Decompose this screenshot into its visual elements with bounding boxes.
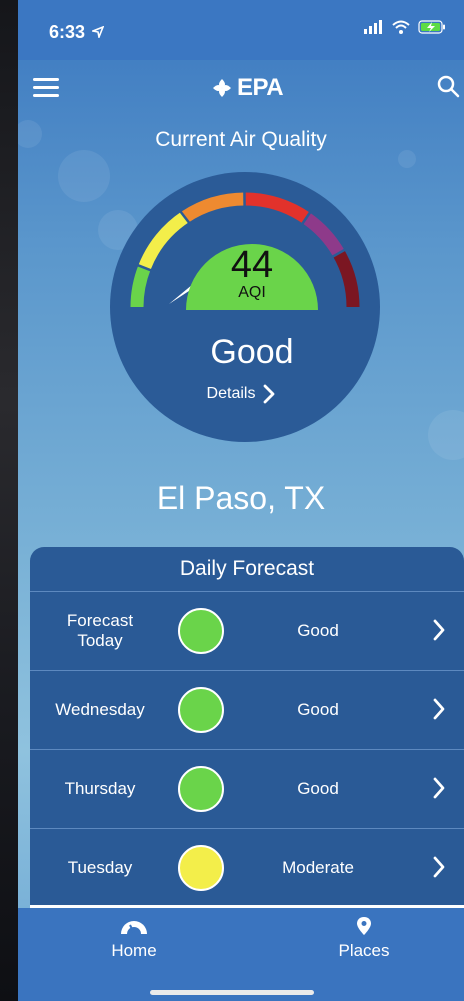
tab-places[interactable]: Places (304, 916, 424, 961)
location-arrow-icon (90, 25, 105, 40)
signal-icon (364, 20, 382, 34)
forecast-row[interactable]: Forecast Today Good (30, 592, 464, 671)
details-link[interactable]: Details (18, 384, 464, 404)
home-indicator[interactable] (150, 990, 314, 995)
chevron-right-icon (433, 856, 445, 878)
status-bar: 6:33 (18, 0, 464, 60)
forecast-day: Tuesday (67, 858, 133, 877)
aqi-unit-label: AQI (238, 284, 266, 301)
tab-home[interactable]: Home (74, 916, 194, 961)
chevron-right-icon (433, 777, 445, 799)
daily-forecast-title: Daily Forecast (30, 547, 464, 592)
forecast-row[interactable]: Thursday Good (30, 750, 464, 829)
epa-logo: EPA (211, 74, 284, 102)
app-screen: 6:33 EPA Current Air Quality 44 AQI Good… (18, 0, 464, 1001)
aqi-level-dot (178, 687, 224, 733)
forecast-level: Moderate (282, 858, 354, 877)
map-pin-icon (357, 917, 371, 935)
forecast-level: Good (297, 621, 339, 640)
gauge-segment-good (130, 264, 151, 308)
epa-flower-icon (213, 79, 231, 97)
tab-places-label: Places (338, 941, 390, 960)
forecast-day: Thursday (64, 779, 136, 798)
forecast-level: Good (297, 700, 339, 719)
forecast-level: Good (297, 779, 339, 798)
forecast-row[interactable]: Tuesday Moderate (30, 829, 464, 907)
chevron-right-icon (264, 384, 275, 404)
tab-home-label: Home (111, 941, 157, 960)
status-icons (364, 20, 446, 34)
wifi-icon (392, 20, 410, 34)
current-air-quality-title: Current Air Quality (155, 128, 327, 151)
aqi-value: 44 (231, 244, 273, 286)
forecast-day: Wednesday (55, 700, 145, 719)
chevron-right-icon (433, 619, 445, 641)
aqi-level-dot (178, 845, 224, 891)
decor-bubble (58, 150, 110, 202)
aqi-category: Good (210, 333, 293, 371)
status-time: 6:33 (49, 22, 105, 43)
gauge-home-icon (121, 921, 147, 934)
decor-bubble (428, 410, 464, 460)
tab-bar: Home Places (18, 908, 464, 1001)
location-name: El Paso, TX (156, 480, 326, 516)
daily-forecast-panel: Daily Forecast Forecast Today Good Wedne… (30, 547, 464, 907)
background-edge (0, 0, 18, 1001)
battery-charging-icon (418, 20, 445, 34)
decor-bubble (398, 150, 416, 168)
forecast-day: Forecast Today (66, 611, 134, 650)
search-icon[interactable] (436, 74, 460, 98)
details-label: Details (206, 385, 256, 402)
aqi-level-dot (178, 608, 224, 654)
forecast-row[interactable]: Wednesday Good (30, 671, 464, 750)
menu-icon[interactable] (33, 78, 59, 98)
chevron-right-icon (433, 698, 445, 720)
aqi-level-dot (178, 766, 224, 812)
top-navigation-bar: EPA (18, 60, 464, 116)
